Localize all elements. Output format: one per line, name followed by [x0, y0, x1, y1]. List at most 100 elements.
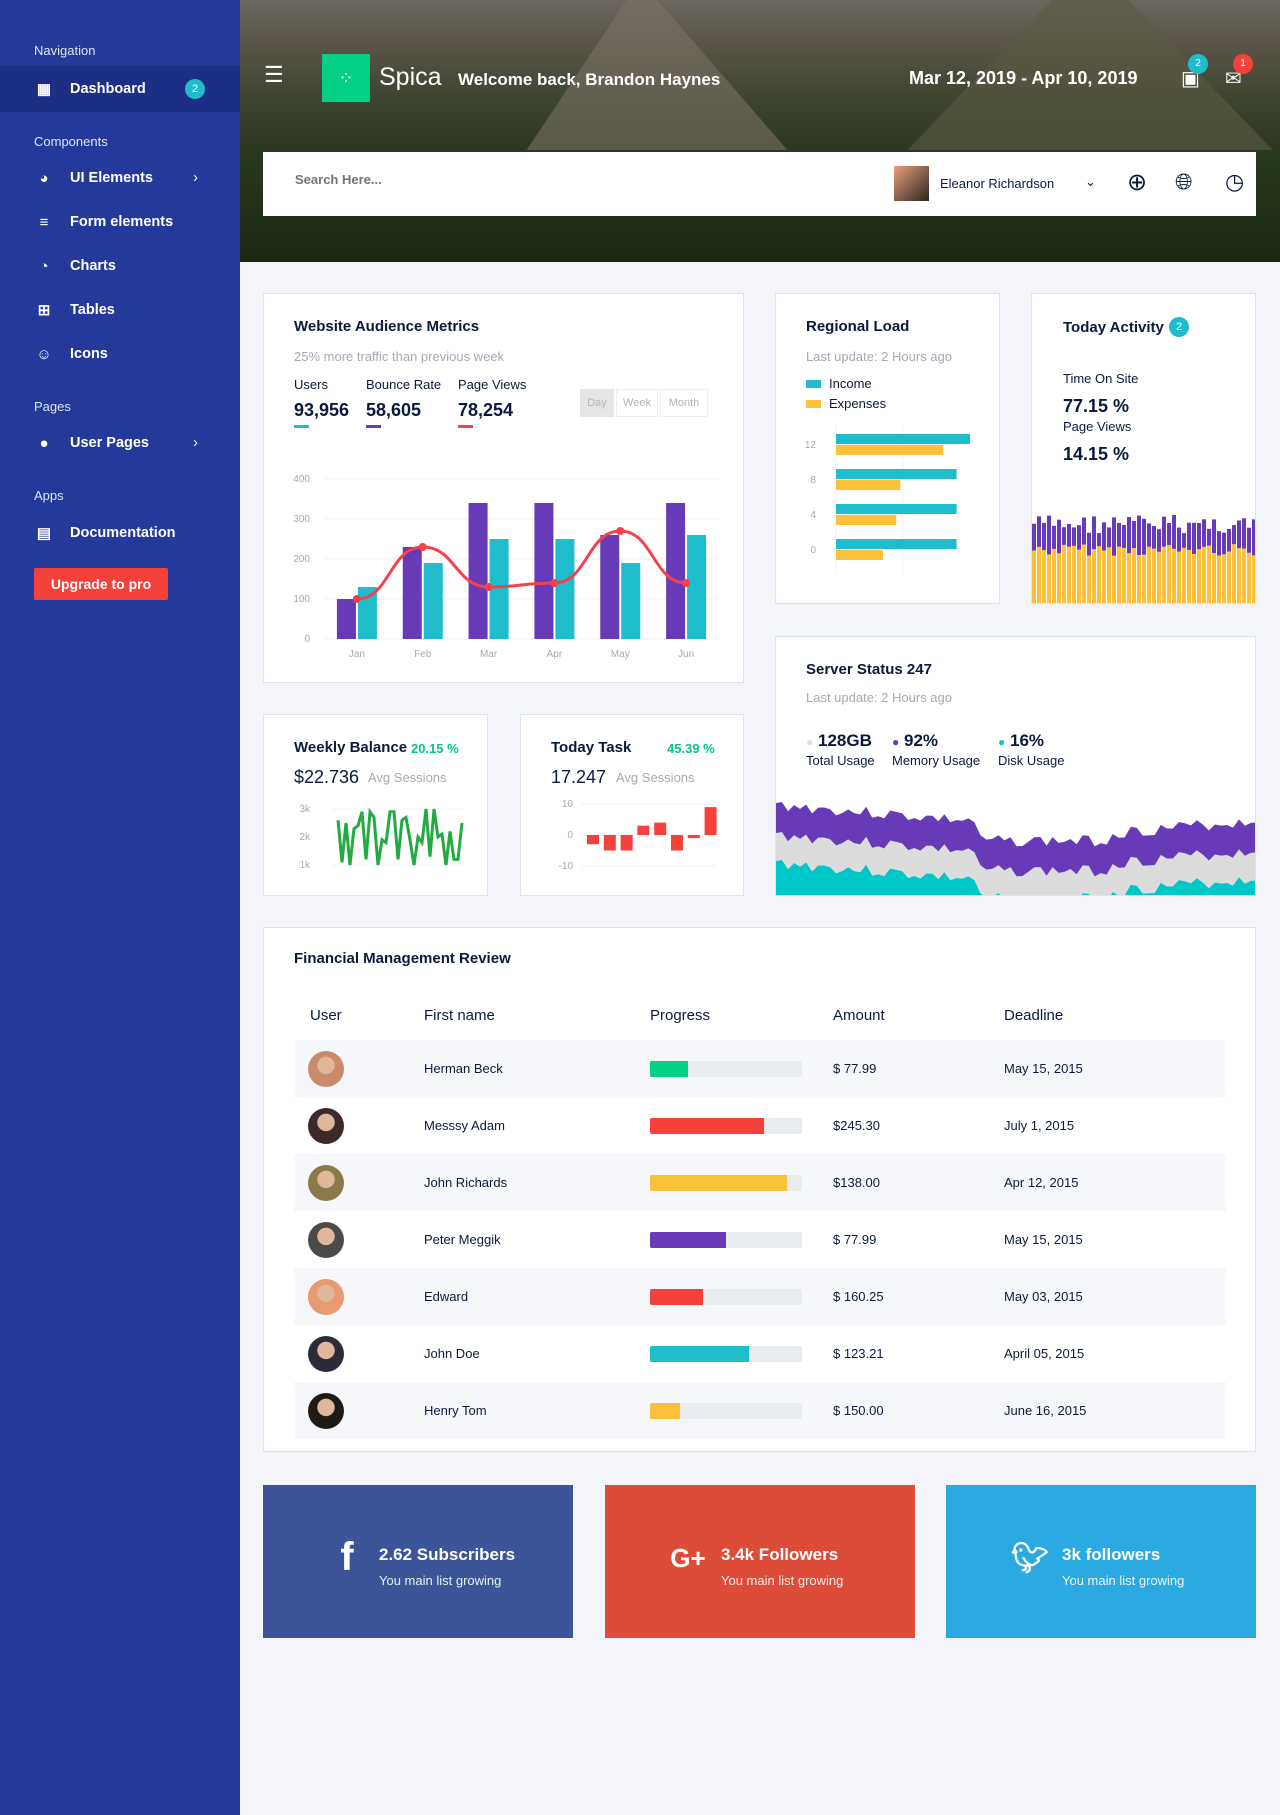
table-row: John Richards $138.00 Apr 12, 2015: [294, 1154, 1226, 1211]
card-title: Financial Management Review: [294, 950, 511, 967]
first-name: Messsy Adam: [424, 1118, 505, 1133]
weekly-chart: 3k 2k 1k: [299, 804, 464, 871]
y-tick-label: 12: [805, 440, 817, 451]
bar-teal: [621, 563, 641, 639]
bar-purple: [1212, 519, 1216, 554]
time-on-site-value: 77.15 %: [1063, 396, 1130, 416]
activity-card: Today Activity 2 Time On Site 77.15 % Pa…: [1031, 293, 1256, 604]
upgrade-button[interactable]: Upgrade to pro: [34, 568, 168, 600]
avatar: [308, 1107, 344, 1144]
stat-pageviews: Page Views 78,254: [458, 377, 526, 428]
bar-yellow: [1112, 555, 1116, 603]
card-title: Today Task: [551, 739, 632, 756]
table-row: Peter Meggik $ 77.99 May 15, 2015: [294, 1211, 1226, 1268]
bar-purple: [1047, 515, 1051, 555]
range-tabs: Day Week Month: [580, 389, 708, 417]
sidebar-item-ui-elements[interactable]: ◕ UI Elements ›: [0, 158, 240, 198]
bar-purple: [1237, 520, 1241, 549]
social-sub: You main list growing: [721, 1573, 844, 1588]
value: 93,956: [294, 400, 350, 420]
clock-icon[interactable]: ◷: [1225, 169, 1244, 195]
bar-purple: [1102, 522, 1106, 551]
x-tick-label: Jan: [349, 649, 365, 660]
label: Users: [294, 377, 328, 392]
bar-purple: [1137, 515, 1141, 556]
activity-badge: 2: [1169, 317, 1189, 337]
tab-month[interactable]: Month: [660, 389, 708, 417]
avatar[interactable]: [894, 166, 929, 201]
sidebar-item-dashboard[interactable]: ▦ Dashboard 2: [0, 66, 240, 112]
value: 92%: [903, 731, 939, 750]
label: Form elements: [70, 214, 174, 230]
chevron-down-icon[interactable]: ⌄: [1085, 174, 1096, 190]
deadline: May 15, 2015: [1004, 1232, 1083, 1247]
bar-yellow: [1227, 551, 1231, 603]
amount: $ 77.99: [833, 1232, 877, 1247]
sidebar-item-tables[interactable]: ⊞ Tables: [0, 290, 240, 330]
y-tick-label: 3k: [299, 804, 311, 815]
bar-purple: [1252, 519, 1255, 556]
amount: $ 150.00: [833, 1403, 884, 1418]
tab-day[interactable]: Day: [580, 389, 614, 417]
section-pages: Pages: [34, 399, 71, 414]
sidebar-item-charts[interactable]: ◔ Charts: [0, 246, 240, 286]
regional-card: Regional Load Last update: 2 Hours ago I…: [775, 293, 1000, 604]
date-range[interactable]: Mar 12, 2019 - Apr 10, 2019: [909, 68, 1137, 89]
bar-purple: [468, 503, 488, 639]
bar-yellow: [1057, 553, 1061, 603]
progress-fill: [650, 1402, 681, 1419]
facebook-card[interactable]: f 2.62 Subscribers You main list growing: [263, 1485, 573, 1638]
plus-circle-icon[interactable]: ⊕: [1127, 168, 1147, 197]
globe-icon[interactable]: 🌐︎: [1175, 169, 1193, 195]
bar-purple: [1177, 527, 1181, 552]
card-title: Regional Load: [806, 318, 910, 335]
table-row: John Doe $ 123.21 April 05, 2015: [294, 1325, 1226, 1382]
progress-fill: [650, 1231, 726, 1248]
card-subtitle: 25% more traffic than previous week: [294, 349, 505, 364]
tab-week[interactable]: Week: [616, 389, 658, 417]
sidebar-item-icons[interactable]: ☺ Icons: [0, 334, 240, 374]
google-plus-card[interactable]: G+ 3.4k Followers You main list growing: [605, 1485, 915, 1638]
menu-icon[interactable]: ☰: [264, 62, 284, 88]
bar-yellow: [1192, 554, 1196, 603]
twitter-card[interactable]: 🐦︎ 3k followers You main list growing: [946, 1485, 1256, 1638]
logo-icon[interactable]: ⁘: [322, 54, 370, 102]
bar-purple: [1062, 527, 1066, 545]
user-name[interactable]: Eleanor Richardson: [940, 176, 1054, 191]
amount: $ 123.21: [833, 1346, 884, 1361]
list-icon: ≡: [39, 213, 49, 231]
card-subtitle: Last update: 2 Hours ago: [806, 690, 952, 705]
col-deadline: Deadline: [1004, 1006, 1064, 1024]
search-bar: Eleanor Richardson ⌄ ⊕ 🌐︎ ◷: [263, 152, 1256, 216]
bar-teal: [555, 539, 575, 639]
bar: [637, 825, 650, 835]
y-tick-label: 1k: [299, 860, 311, 871]
x-tick-label: Mar: [480, 649, 498, 660]
label: Expenses: [829, 396, 887, 411]
label: Dashboard: [70, 81, 146, 97]
progress-bar: [650, 1174, 802, 1191]
bar-yellow: [1117, 546, 1121, 603]
progress-fill: [650, 1345, 749, 1362]
value: 78,254: [458, 400, 514, 420]
y-tick-label: 400: [293, 474, 310, 485]
bar: [603, 835, 616, 851]
sidebar-item-user-pages[interactable]: ● User Pages ›: [0, 423, 240, 463]
bar-yellow: [1247, 552, 1251, 603]
line-point: [550, 579, 559, 587]
bar-purple: [1072, 527, 1076, 546]
bar-yellow: [1122, 547, 1126, 603]
bar-yellow: [1092, 549, 1096, 603]
bar-yellow: [1197, 549, 1201, 603]
sidebar-item-documentation[interactable]: ▤ Documentation: [0, 513, 240, 553]
bar-purple: [402, 547, 422, 639]
sidebar-item-form-elements[interactable]: ≡ Form elements: [0, 202, 240, 242]
avatar: [308, 1221, 344, 1258]
bar-purple: [666, 503, 686, 639]
deadline: May 03, 2015: [1004, 1289, 1083, 1304]
bar-purple: [1197, 523, 1201, 550]
bar-yellow: [1182, 547, 1186, 603]
bar-yellow: [1087, 555, 1091, 603]
search-input[interactable]: [295, 172, 695, 187]
label: Disk Usage: [998, 753, 1065, 768]
